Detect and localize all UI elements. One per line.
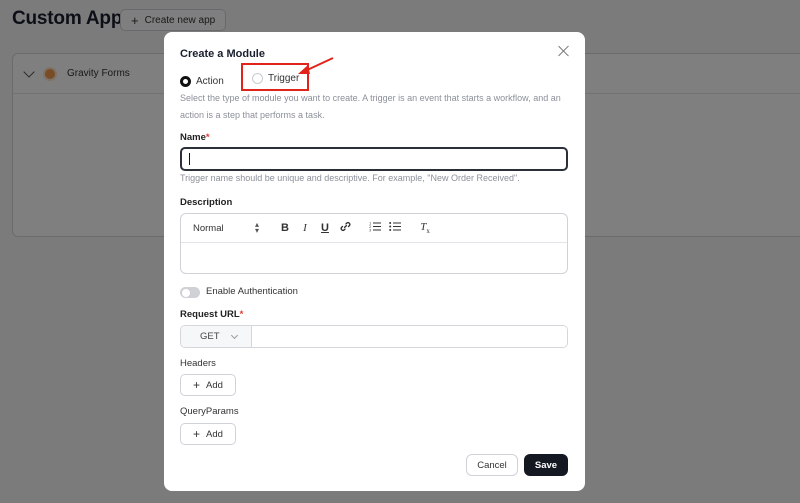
enable-authentication-label: Enable Authentication <box>206 286 298 297</box>
radio-action-label: Action <box>196 75 224 87</box>
required-mark: * <box>205 132 210 143</box>
ordered-list-icon[interactable]: 123 <box>365 221 385 235</box>
modal-title: Create a Module <box>180 48 265 60</box>
description-label: Description <box>180 197 233 208</box>
queryparams-label: QueryParams <box>180 406 239 417</box>
radio-action[interactable]: Action <box>180 75 224 87</box>
name-label: Name* <box>180 132 210 143</box>
headers-label: Headers <box>180 358 216 369</box>
save-button[interactable]: Save <box>524 454 568 476</box>
request-url-group: GET <box>180 325 568 348</box>
http-method-select[interactable]: GET <box>181 326 252 347</box>
italic-icon[interactable]: I <box>295 222 315 234</box>
clear-format-icon[interactable]: Tx <box>415 221 435 235</box>
format-select[interactable]: Normal ▴ ▾ <box>193 220 259 235</box>
radio-checked-icon[interactable] <box>180 75 191 87</box>
required-mark: * <box>239 309 244 320</box>
text-cursor <box>189 153 190 165</box>
name-label-text: Name <box>180 132 206 143</box>
editor-toolbar: Normal ▴ ▾ B I U 123 Tx <box>181 214 567 243</box>
link-icon[interactable] <box>335 221 355 235</box>
cancel-button[interactable]: Cancel <box>466 454 518 476</box>
svg-text:3: 3 <box>369 229 371 233</box>
create-module-modal: Create a Module Action Trigger Select th… <box>164 32 585 491</box>
add-queryparam-button[interactable]: + Add <box>180 423 236 445</box>
name-input[interactable] <box>180 147 568 171</box>
plus-icon: + <box>193 378 201 392</box>
description-editor: Normal ▴ ▾ B I U 123 Tx <box>180 213 568 274</box>
module-type-radio-group: Action Trigger <box>180 63 309 91</box>
select-arrows-icon: ▴ ▾ <box>254 220 259 235</box>
bold-icon[interactable]: B <box>275 222 295 234</box>
annotation-arrow-icon <box>298 57 334 74</box>
add-queryparam-label: Add <box>206 428 223 440</box>
add-header-label: Add <box>206 379 223 391</box>
close-icon[interactable] <box>557 44 571 58</box>
underline-icon[interactable]: U <box>315 222 335 234</box>
add-header-button[interactable]: + Add <box>180 374 236 396</box>
plus-icon: + <box>193 427 201 441</box>
name-help: Trigger name should be unique and descri… <box>180 173 520 183</box>
chevron-down-icon <box>230 331 238 339</box>
request-url-label-text: Request URL <box>180 309 240 320</box>
http-method-value: GET <box>200 331 220 342</box>
format-select-value: Normal <box>193 222 224 234</box>
enable-authentication-toggle[interactable] <box>180 287 200 298</box>
bullet-list-icon[interactable] <box>385 221 405 235</box>
request-url-label: Request URL* <box>180 309 243 320</box>
module-type-help: Select the type of module you want to cr… <box>180 93 561 120</box>
request-url-input[interactable] <box>252 326 567 347</box>
